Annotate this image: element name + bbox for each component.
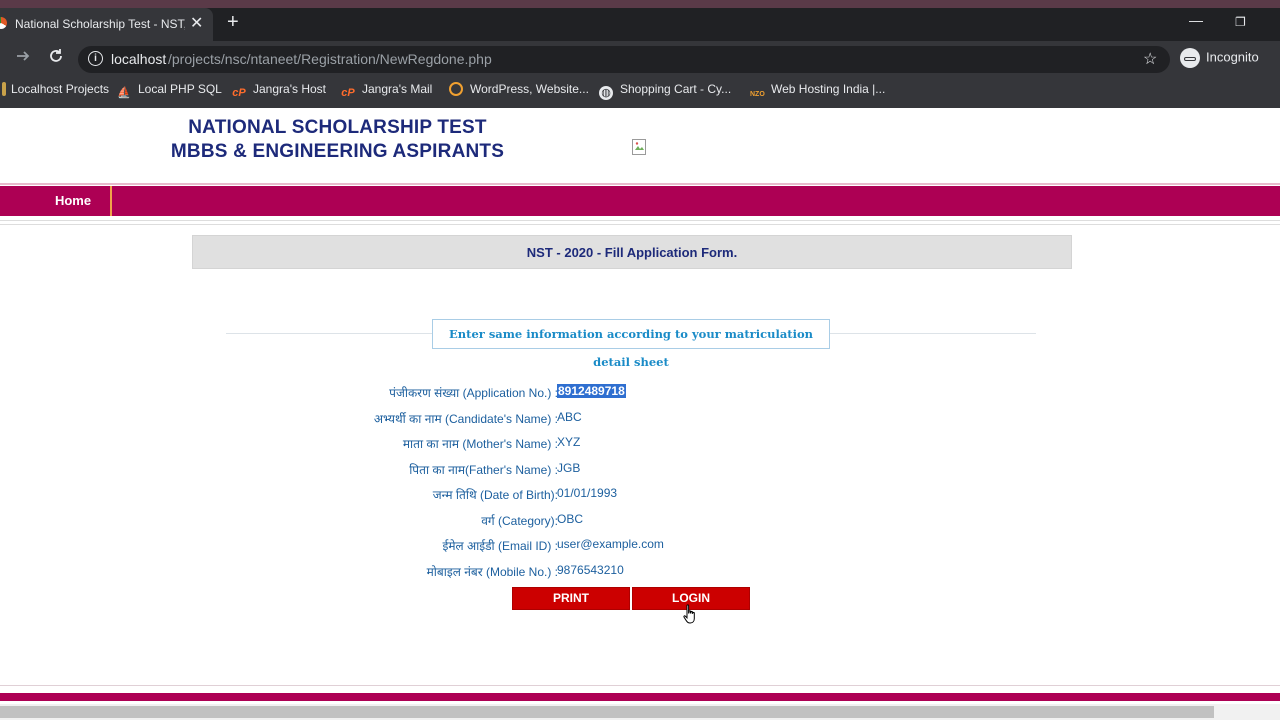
detail-label: माता का नाम (Mother's Name) : (402, 437, 558, 451)
url-host: localhost (111, 51, 167, 67)
cpanel-icon: cP (341, 87, 355, 99)
site-title-line1: NATIONAL SCHOLARSHIP TEST (188, 117, 487, 138)
bookmark-star-icon[interactable]: ☆ (1143, 49, 1157, 69)
favicon-icon (0, 17, 7, 29)
bookmark-label: Localhost Projects (11, 82, 110, 96)
bookmark-label: Shopping Cart - Cy... (620, 82, 732, 96)
nav-home-link[interactable]: Home (36, 186, 112, 216)
detail-label: अभ्यर्थी का नाम (Candidate's Name) : (373, 412, 558, 426)
tab-national-scholarship[interactable]: National Scholarship Test - NST, ... ✕ (0, 8, 213, 41)
detail-row-mobile: मोबाइल नंबर (Mobile No.) : 9876543210 (300, 559, 800, 581)
forward-icon[interactable] (15, 48, 31, 69)
url-field[interactable]: i localhost /projects/nsc/ntaneet/Regist… (78, 46, 1170, 73)
bookmark-label: Local PHP SQL (138, 82, 222, 96)
detail-row-category: वर्ग (Category): OBC (300, 508, 800, 530)
site-info-icon[interactable]: i (88, 51, 103, 66)
main-nav: Home (0, 186, 1280, 216)
detail-label: मोबाइल नंबर (Mobile No.) : (426, 565, 558, 579)
url-path: /projects/nsc/ntaneet/Registration/NewRe… (168, 51, 492, 67)
detail-value: 01/01/1993 (557, 486, 618, 500)
broken-image-icon (632, 139, 646, 155)
detail-value: JGB (557, 461, 581, 475)
detail-label: ईमेल आईडी (Email ID) : (442, 539, 558, 553)
phpmyadmin-icon: ⛵ (117, 87, 131, 99)
incognito-label: Incognito (1206, 49, 1259, 65)
bookmark-label: WordPress, Website... (470, 82, 589, 96)
ring-icon (449, 82, 463, 96)
detail-row-date-of-birth: जन्म तिथि (Date of Birth): 01/01/1993 (300, 482, 800, 504)
scrollbar-thumb[interactable] (0, 706, 1214, 718)
reload-icon[interactable] (47, 47, 65, 70)
print-button[interactable]: PRINT (512, 587, 630, 610)
close-tab-icon[interactable]: ✕ (190, 13, 203, 33)
window-frame (0, 0, 1280, 8)
form-header: NST - 2020 - Fill Application Form. (192, 235, 1072, 269)
bookmarks-bar: Localhost Projects ⛵ Local PHP SQL cP Jang… (0, 77, 1280, 108)
incognito-indicator[interactable]: Incognito (1180, 48, 1259, 68)
horizontal-scrollbar[interactable] (0, 704, 1280, 720)
detail-row-application-no: पंजीकरण संख्या (Application No.) : 89124… (300, 380, 800, 402)
bookmark-jangras-host[interactable]: cP Jangra's Host (232, 82, 326, 100)
bookmark-local-php-sql[interactable]: ⛵ Local PHP SQL (117, 82, 222, 100)
divider (0, 224, 1280, 225)
detail-label: वर्ग (Category): (481, 514, 558, 528)
address-bar: i localhost /projects/nsc/ntaneet/Regist… (0, 41, 1280, 77)
site-title: NATIONAL SCHOLARSHIP TEST MBBS & ENGINEE… (100, 116, 575, 164)
detail-value: user@example.com (557, 537, 664, 551)
detail-value: ABC (557, 410, 582, 424)
detail-value: 9876543210 (557, 563, 624, 577)
bookmark-label: Jangra's Host (253, 82, 326, 96)
bookmark-label: Web Hosting India |... (771, 82, 886, 96)
bookmark-shopping-cart[interactable]: ◍ Shopping Cart - Cy... (599, 82, 731, 100)
tab-title: National Scholarship Test - NST, ... (15, 17, 185, 31)
detail-label: पंजीकरण संख्या (Application No.) : (389, 386, 558, 400)
site-title-line2: MBBS & ENGINEERING ASPIRANTS (170, 141, 505, 162)
nzo-icon: NZO (750, 91, 765, 98)
new-tab-icon[interactable]: + (227, 11, 239, 34)
footer-divider (0, 685, 1280, 686)
bookmark-label: Jangra's Mail (362, 82, 433, 96)
detail-label: पिता का नाम(Father's Name) : (409, 463, 558, 477)
minimize-icon[interactable]: — (1189, 12, 1203, 28)
hand-cursor-icon (683, 604, 695, 624)
footer-bar (0, 693, 1280, 701)
bookmark-web-hosting-india[interactable]: NZO Web Hosting India |... (750, 82, 885, 102)
globe-icon: ◍ (599, 86, 613, 100)
application-number-value: 8912489718 (557, 384, 626, 398)
incognito-icon (1180, 48, 1200, 68)
tab-bar: National Scholarship Test - NST, ... ✕ +… (0, 8, 1280, 41)
bar-icon (2, 82, 6, 96)
detail-value: XYZ (557, 435, 581, 449)
notice-message: Enter same information according to your… (432, 319, 830, 369)
detail-row-mother-name: माता का नाम (Mother's Name) : XYZ (300, 431, 800, 453)
divider (0, 220, 1280, 221)
cpanel-icon: cP (232, 87, 246, 99)
restore-icon[interactable]: ❐ (1235, 15, 1246, 29)
bookmark-jangras-mail[interactable]: cP Jangra's Mail (341, 82, 432, 100)
detail-row-father-name: पिता का नाम(Father's Name) : JGB (300, 457, 800, 479)
nav-top-border (0, 183, 1280, 185)
detail-row-candidate-name: अभ्यर्थी का नाम (Candidate's Name) : ABC (300, 406, 800, 428)
detail-label: जन्म तिथि (Date of Birth): (432, 488, 558, 502)
bookmark-localhost-projects[interactable]: Localhost Projects (2, 82, 109, 96)
detail-value: OBC (557, 512, 584, 526)
bookmark-wordpress[interactable]: WordPress, Website... (449, 82, 589, 96)
detail-row-email: ईमेल आईडी (Email ID) : user@example.com (300, 533, 800, 555)
